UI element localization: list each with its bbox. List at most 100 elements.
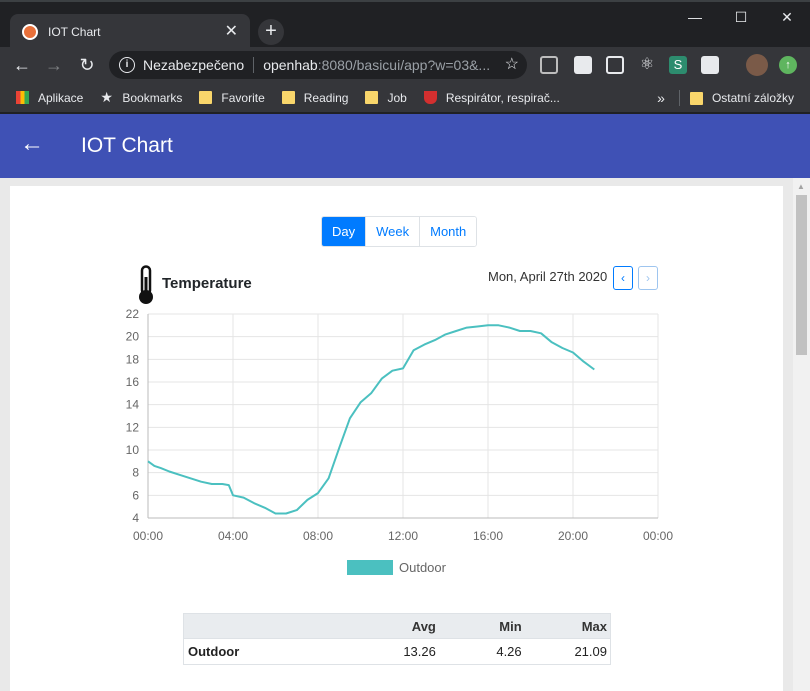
y-tick-label: 6 [132, 488, 139, 502]
close-window-button[interactable]: ✕ [764, 2, 810, 32]
y-tick-label: 20 [126, 330, 140, 344]
grid-extension-icon[interactable] [540, 56, 558, 74]
security-label: Nezabezpečeno [143, 57, 245, 73]
table-header: Avg [353, 613, 439, 639]
bookmark-bookmarks[interactable]: ★ Bookmarks [100, 89, 183, 105]
thermometer-icon [139, 265, 153, 304]
bookmarks-right: » Ostatní záložky [657, 83, 794, 113]
folder-icon [689, 91, 703, 105]
tab-strip: IOT Chart ✕ + — ☐ ✕ [0, 0, 810, 49]
maximize-button[interactable]: ☐ [718, 2, 764, 32]
temperature-chart: 4 6 8 10 12 14 16 18 20 22 00:00 04:00 08:00 12:00 16:… [126, 307, 674, 543]
bookmark-label: Favorite [221, 90, 265, 105]
forward-icon[interactable]: → [42, 53, 66, 77]
s-extension-icon[interactable]: S [669, 56, 687, 74]
folder-icon [199, 91, 213, 104]
chart-title: Temperature [162, 275, 252, 292]
reload-icon[interactable]: ↻ [75, 53, 99, 77]
content-area: Day Week Month Temperature Mon, April 27… [0, 178, 793, 691]
week-button[interactable]: Week [365, 217, 420, 246]
y-tick-label: 14 [126, 398, 140, 412]
bookmark-label: Respirátor, respirač... [445, 90, 560, 105]
range-button-group: Day Week Month [321, 216, 478, 247]
y-tick-label: 8 [132, 466, 139, 480]
bookmark-label: Aplikace [38, 90, 84, 105]
new-tab-button[interactable]: + [258, 19, 284, 45]
stats-table: Avg Min Max Outdoor 13.26 4.26 21.09 [183, 613, 611, 665]
browser-toolbar: ← → ↻ i Nezabezpečeno openhab:8080/basic… [0, 47, 810, 83]
bookmark-favorite[interactable]: Favorite [199, 90, 265, 105]
y-tick-label: 18 [126, 352, 140, 366]
day-button[interactable]: Day [322, 217, 366, 246]
tab-iot-chart[interactable]: IOT Chart ✕ [10, 14, 250, 49]
min-cell: 4.26 [438, 638, 525, 665]
url-path: :8080/basicui/app?w=03&... [317, 57, 491, 73]
send-extension-icon[interactable] [574, 56, 592, 74]
page-scrollbar[interactable]: ▲ [793, 178, 810, 691]
page-title: IOT Chart [81, 134, 173, 157]
folder-icon [365, 91, 379, 104]
table-row: Outdoor 13.26 4.26 21.09 [183, 638, 611, 665]
y-tick-label: 22 [126, 307, 140, 321]
month-button[interactable]: Month [419, 217, 477, 246]
y-tick-label: 12 [126, 420, 140, 434]
folder-icon [281, 91, 295, 104]
x-tick-label: 08:00 [303, 529, 333, 543]
info-icon[interactable]: i [119, 57, 135, 73]
table-header [183, 613, 354, 639]
back-arrow-icon[interactable]: ← [20, 132, 44, 156]
legend-label: Outdoor [399, 560, 446, 575]
chart-card: Day Week Month Temperature Mon, April 27… [10, 186, 783, 691]
magnet-icon [423, 91, 437, 104]
back-icon[interactable]: ← [10, 53, 34, 77]
table-header: Min [438, 613, 525, 639]
series-line-outdoor [147, 324, 595, 515]
react-extension-icon[interactable]: ⚛ [638, 56, 656, 74]
y-tick-label: 10 [126, 443, 140, 457]
scroll-thumb[interactable] [796, 195, 807, 355]
next-day-button[interactable]: › [638, 266, 658, 290]
openhab-favicon-icon [22, 23, 38, 40]
x-tick-label: 12:00 [388, 529, 418, 543]
bookmark-label: Bookmarks [122, 90, 183, 105]
apps-grid-icon [16, 91, 29, 104]
bookmark-label: Reading [303, 90, 349, 105]
bookmark-reading[interactable]: Reading [281, 90, 349, 105]
bookmark-job[interactable]: Job [365, 91, 407, 105]
chart-legend[interactable]: Outdoor [347, 560, 446, 575]
app-header: ← IOT Chart [0, 114, 810, 178]
bookmark-star-icon[interactable]: ☆ [505, 54, 519, 74]
bookmarks-bar: Aplikace ★ Bookmarks Favorite Reading Jo… [0, 83, 810, 113]
divider [253, 57, 255, 73]
scroll-up-icon[interactable]: ▲ [797, 182, 805, 191]
legend-swatch [347, 560, 393, 575]
bookmark-aplikace[interactable]: Aplikace [16, 91, 83, 105]
table-header-row: Avg Min Max [183, 613, 611, 639]
previous-day-button[interactable]: ‹ [613, 266, 633, 290]
x-tick-label: 16:00 [473, 529, 503, 543]
table-header: Max [524, 613, 611, 639]
update-icon[interactable]: ↑ [779, 56, 797, 74]
bookmark-respirator[interactable]: Respirátor, respirač... [423, 90, 560, 105]
minimize-button[interactable]: — [672, 2, 718, 32]
address-bar[interactable]: i Nezabezpečeno openhab:8080/basicui/app… [109, 51, 527, 79]
x-tick-label: 04:00 [218, 529, 248, 543]
divider [678, 90, 680, 106]
star-icon: ★ [100, 89, 113, 105]
x-tick-label: 20:00 [558, 529, 588, 543]
y-tick-label: 16 [126, 375, 140, 389]
url-host: openhab [263, 57, 318, 73]
y-tick-label: 4 [132, 511, 139, 525]
close-tab-icon[interactable]: ✕ [225, 23, 238, 40]
other-bookmarks[interactable]: Ostatní záložky [712, 91, 794, 105]
avg-cell: 13.26 [353, 638, 439, 665]
row-name: Outdoor [183, 638, 354, 665]
browser-window: IOT Chart ✕ + — ☐ ✕ ← → ↻ i Nezabezpečen… [0, 0, 810, 691]
bookmarks-overflow-icon[interactable]: » [657, 90, 665, 106]
max-cell: 21.09 [524, 638, 611, 665]
window-extension-icon[interactable] [606, 56, 624, 74]
print-extension-icon[interactable] [701, 56, 719, 74]
date-label: Mon, April 27th 2020 [488, 269, 608, 284]
avatar[interactable] [746, 54, 768, 76]
x-tick-label: 00:00 [133, 529, 163, 543]
